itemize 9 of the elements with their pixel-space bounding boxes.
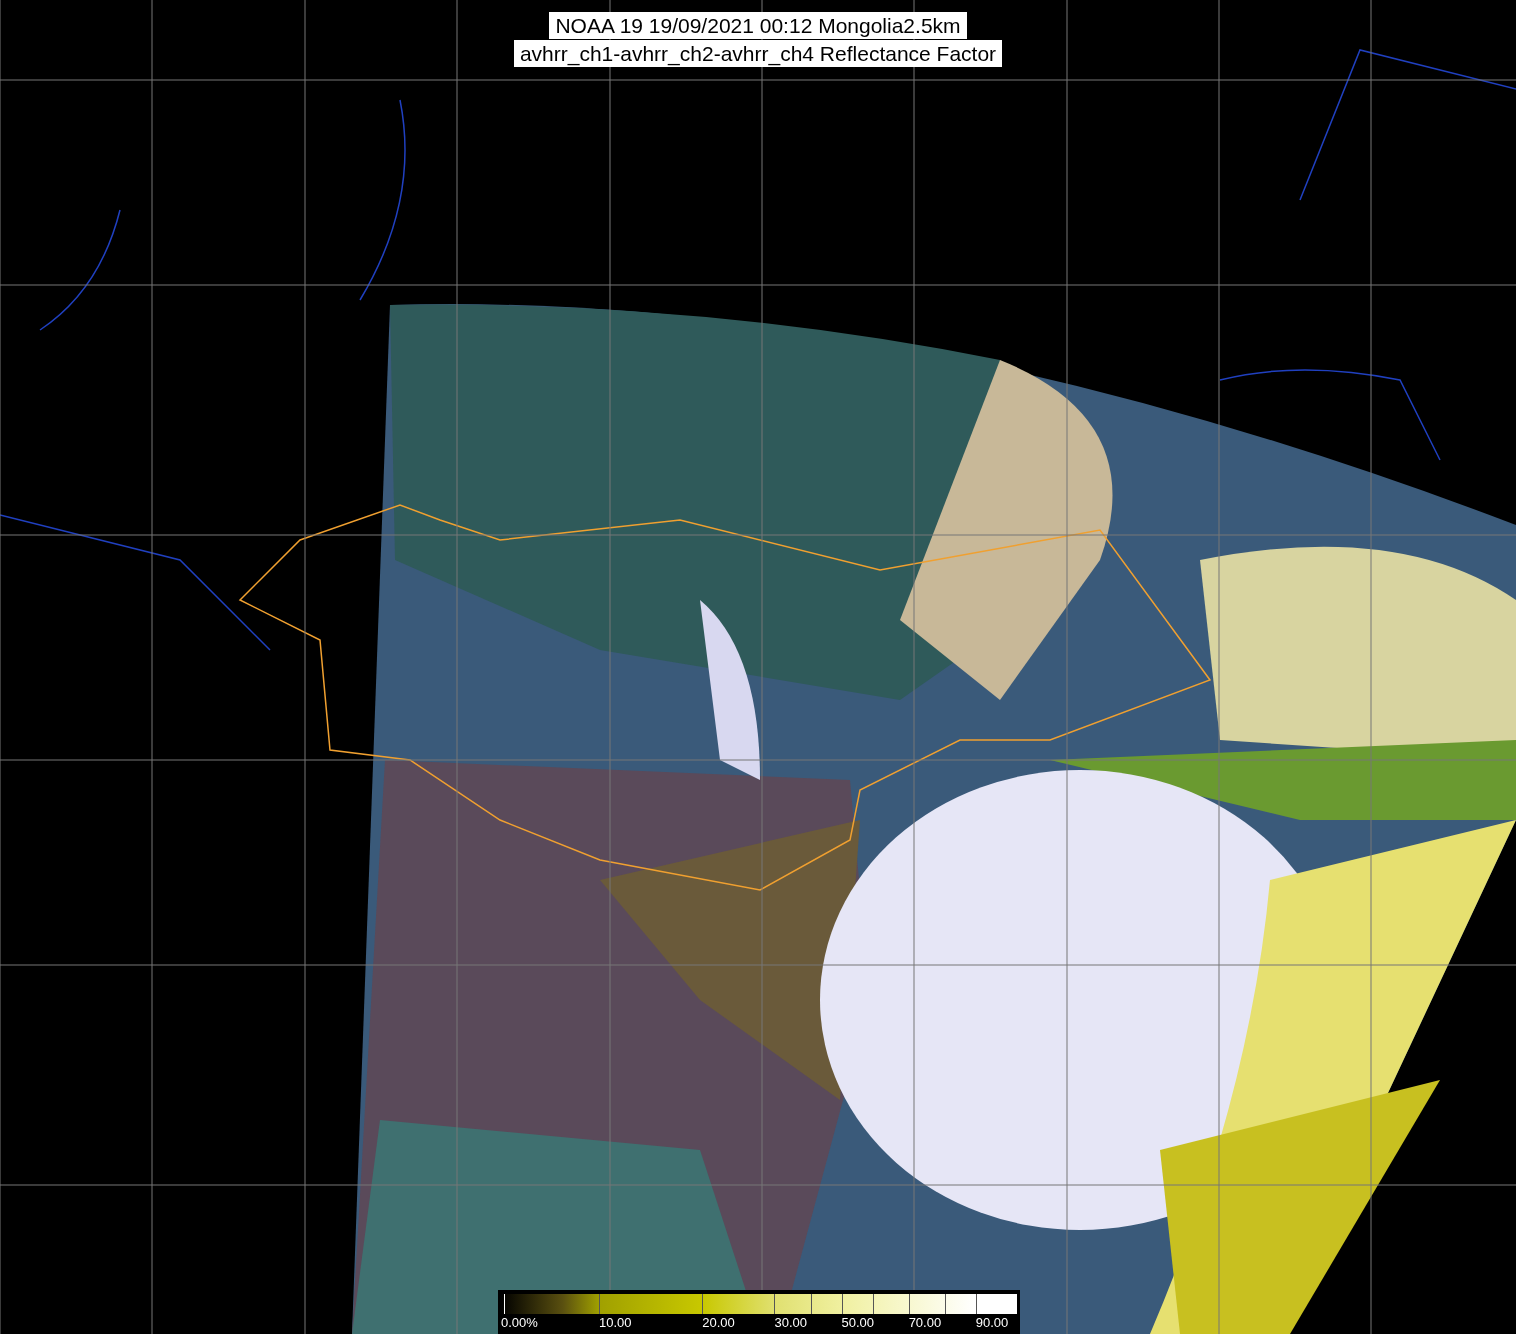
scale-label: 90.00 xyxy=(975,1315,1009,1330)
scale-label: 50.00 xyxy=(841,1315,875,1330)
scale-label: 10.00 xyxy=(599,1315,632,1330)
scale-label: 30.00 xyxy=(774,1315,807,1330)
map-title: avhrr_ch1-avhrr_ch2-avhrr_ch4 Reflectance Factor xyxy=(513,40,1003,67)
scale-label: 70.00 xyxy=(908,1315,942,1330)
map-title: NOAA 19 19/09/2021 00:12 Mongolia2.5km xyxy=(549,12,967,39)
scale-label: 20.00 xyxy=(702,1315,735,1330)
scale-label: 0.00% xyxy=(501,1315,538,1330)
